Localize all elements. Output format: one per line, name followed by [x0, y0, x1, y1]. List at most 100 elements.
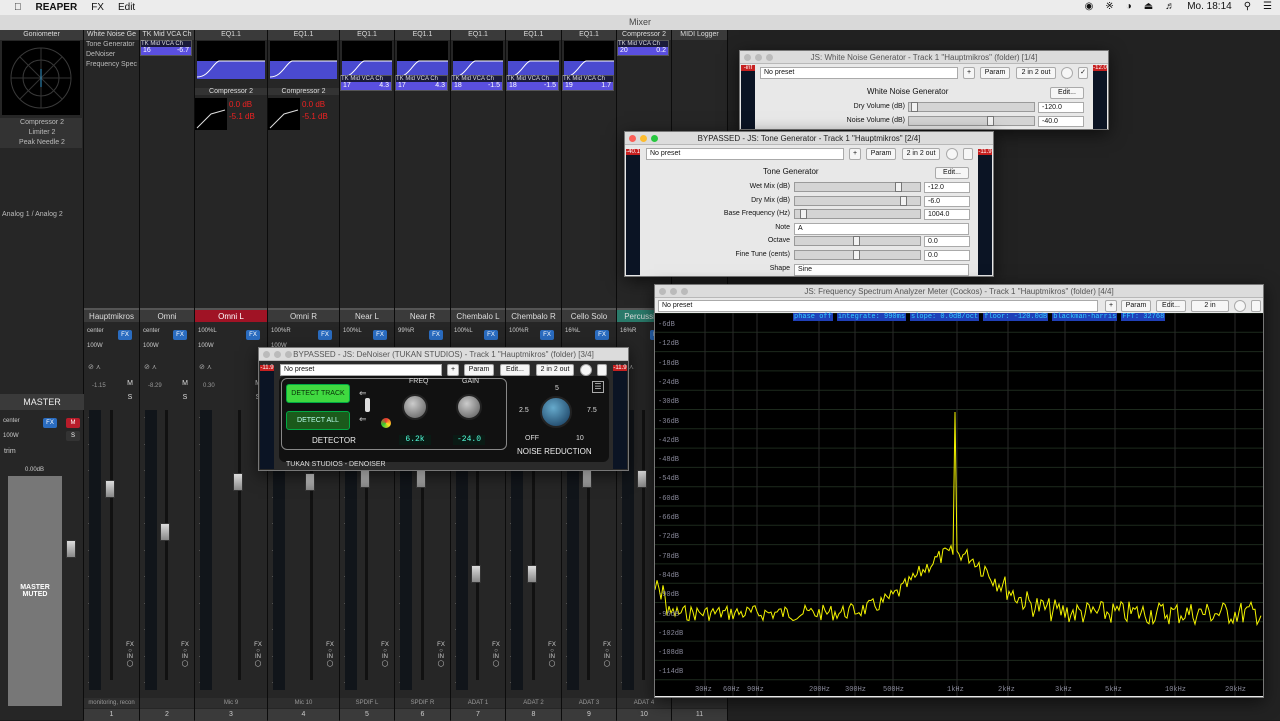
preset-select[interactable]: No preset	[760, 67, 958, 79]
master-mute-button[interactable]: M	[66, 418, 80, 428]
volume-fader[interactable]	[582, 470, 592, 488]
fx-slot[interactable]: Compressor 2	[0, 118, 82, 128]
param-value[interactable]: -120.0	[1038, 102, 1084, 113]
pan-control[interactable]: 16%L	[565, 328, 580, 334]
track-io[interactable]: ADAT 4	[617, 698, 671, 708]
gain-knob[interactable]	[456, 394, 482, 420]
master-pan[interactable]: center	[3, 418, 20, 424]
pan-control[interactable]: 100%R	[271, 328, 291, 334]
fx-slot[interactable]: DeNoiser	[84, 50, 139, 60]
bypass-checkbox[interactable]	[963, 148, 973, 160]
fx-slot[interactable]: Compressor 2	[268, 88, 339, 95]
volume-fader[interactable]	[160, 523, 170, 541]
white-noise-title-bar[interactable]: JS: White Noise Generator - Track 1 "Hau…	[740, 51, 1108, 64]
pan-control[interactable]: 16%R	[620, 328, 636, 334]
track-name[interactable]: Omni L	[195, 308, 267, 322]
param-button[interactable]: Param	[866, 148, 896, 160]
track-io[interactable]	[672, 698, 727, 708]
fx-slot[interactable]: Frequency Spec	[84, 60, 139, 70]
record-icon[interactable]: ◉	[1085, 1, 1094, 12]
fx-button[interactable]: FX	[246, 330, 260, 340]
gauge-icon[interactable]	[580, 364, 592, 376]
param-value[interactable]: 0.0	[924, 250, 970, 261]
fx-slot[interactable]: MIDI Logger	[672, 30, 727, 40]
preset-select[interactable]: No preset	[658, 300, 1098, 312]
track-name[interactable]: Near L	[340, 308, 394, 322]
volume-control[interactable]: 100W	[198, 343, 214, 349]
volume-fader[interactable]	[471, 565, 481, 583]
pan-control[interactable]: 99%R	[398, 328, 414, 334]
add-preset-button[interactable]: +	[963, 67, 975, 79]
routing-icon[interactable]: ⊘ ⋏	[88, 363, 101, 371]
pan-control[interactable]: center	[87, 328, 104, 334]
volume-icon[interactable]: ♬	[1165, 1, 1175, 12]
input-fx-icon[interactable]: FX○IN◯	[124, 642, 136, 667]
track-io[interactable]: ADAT 3	[562, 698, 616, 708]
fx-slot[interactable]: EQ1.1	[562, 30, 616, 40]
volume-fader[interactable]	[527, 565, 537, 583]
edit-button[interactable]: Edit...	[1156, 300, 1186, 312]
fx-button[interactable]: FX	[373, 330, 387, 340]
pan-control[interactable]: 100%L	[198, 328, 217, 334]
track-io[interactable]: ADAT 1	[451, 698, 505, 708]
track-name[interactable]: Chembalo R	[506, 308, 561, 322]
noise-reduction-knob[interactable]	[540, 396, 572, 428]
edit-button[interactable]: Edit...	[1050, 87, 1084, 99]
pan-control[interactable]: 100%L	[454, 328, 473, 334]
track-name[interactable]: Near R	[395, 308, 450, 322]
param-value[interactable]: 1004.0	[924, 209, 970, 221]
gauge-icon[interactable]	[946, 148, 958, 160]
input-fx-icon[interactable]: FX○IN◯	[324, 642, 336, 667]
fx-slot[interactable]: Compressor 2	[195, 88, 267, 95]
fx-slot[interactable]: EQ1.1	[506, 30, 561, 40]
pan-control[interactable]: center	[143, 328, 160, 334]
fx-slot[interactable]: White Noise Ge	[84, 30, 139, 40]
param-select[interactable]: Sine	[794, 263, 969, 276]
fx-slot[interactable]: EQ1.1	[268, 30, 339, 40]
master-io[interactable]: Analog 1 / Analog 2	[0, 210, 84, 220]
master-fx-button[interactable]: FX	[43, 418, 57, 428]
fx-slot[interactable]: Compressor 2	[617, 30, 671, 40]
input-fx-icon[interactable]: FX○IN◯	[179, 642, 191, 667]
param-value[interactable]: 0.0	[924, 236, 970, 248]
gauge-icon[interactable]	[1234, 300, 1246, 312]
io-button[interactable]: 2 in 2 out	[536, 364, 574, 376]
solo-button[interactable]: S	[179, 394, 191, 401]
bluetooth-icon[interactable]: ※	[1105, 1, 1113, 12]
track-name[interactable]: Omni R	[268, 308, 339, 322]
volume-fader[interactable]	[305, 473, 315, 491]
dry-volume-slider[interactable]	[908, 102, 1035, 112]
track-name[interactable]: Omni	[140, 308, 194, 322]
track-io[interactable]: SPDIF R	[395, 698, 450, 708]
io-button[interactable]: 2 in	[1191, 300, 1229, 312]
denoiser-title-bar[interactable]: BYPASSED - JS: DeNoiser (TUKAN STUDIOS) …	[259, 348, 628, 361]
menu-app[interactable]: REAPER	[36, 2, 78, 13]
track-io[interactable]	[140, 698, 194, 708]
input-fx-icon[interactable]: FX○IN◯	[546, 642, 558, 667]
master-fader[interactable]	[66, 540, 76, 558]
fx-slot[interactable]: EQ1.1	[340, 30, 394, 40]
param-value[interactable]: -12.0	[924, 182, 970, 193]
add-preset-button[interactable]: +	[447, 364, 459, 376]
input-fx-icon[interactable]: FX○IN◯	[601, 642, 613, 667]
track-name[interactable]: Chembalo L	[451, 308, 505, 322]
param-button[interactable]: Param	[980, 67, 1010, 79]
bypass-checkbox[interactable]: ✓	[1078, 67, 1088, 79]
track-name[interactable]: Hauptmikros	[84, 308, 139, 322]
fx-button[interactable]: FX	[118, 330, 132, 340]
input-fx-icon[interactable]: FX○IN◯	[435, 642, 447, 667]
menu-fx[interactable]: FX	[91, 2, 104, 13]
detect-track-button[interactable]: DETECT TRACK	[286, 384, 350, 403]
volume-fader[interactable]	[360, 470, 370, 488]
add-preset-button[interactable]: +	[1105, 300, 1117, 312]
fx-slot[interactable]: EQ1.1	[451, 30, 505, 40]
master-label[interactable]: MASTER	[0, 394, 84, 410]
track-name[interactable]: Cello Solo	[562, 308, 616, 322]
track-io[interactable]: ADAT 2	[506, 698, 561, 708]
volume-control[interactable]: 100W	[143, 343, 159, 349]
fx-slot[interactable]: Tone Generator	[84, 40, 139, 50]
bypass-checkbox[interactable]	[1251, 300, 1261, 312]
param-button[interactable]: Param	[1121, 300, 1151, 312]
list-icon[interactable]: ☰	[1263, 1, 1272, 12]
param-slider[interactable]	[794, 182, 921, 192]
